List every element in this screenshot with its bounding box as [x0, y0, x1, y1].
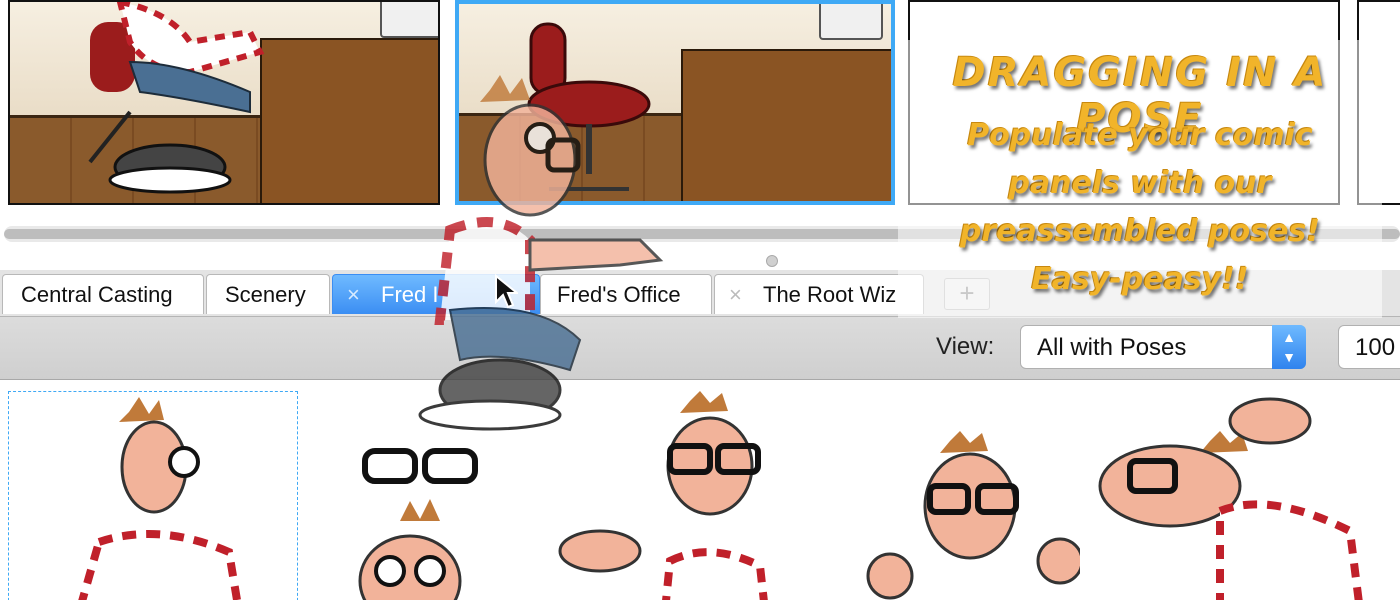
view-select-value: All with Poses — [1037, 334, 1187, 361]
tab-label: The Root Wiz — [763, 282, 897, 307]
view-toolbar: View: All with Poses ▲ ▼ 100 — [0, 316, 1400, 380]
splitter-handle[interactable] — [766, 255, 778, 267]
view-select[interactable]: All with Poses ▲ ▼ — [1020, 325, 1306, 369]
select-arrows-icon: ▲ ▼ — [1272, 325, 1306, 369]
pose-gallery — [0, 381, 1400, 600]
cursor-arrow-icon — [495, 274, 518, 309]
promo-line: preassembled poses! — [959, 214, 1321, 249]
promo-line: Populate your comic — [967, 118, 1313, 153]
tab-the-root-wiz[interactable]: × The Root Wiz — [714, 274, 924, 314]
comic-panel-1[interactable] — [8, 0, 440, 205]
pose-thumbnail-typing[interactable] — [8, 391, 298, 600]
promo-line: panels with our — [1008, 166, 1272, 201]
view-label: View: — [936, 333, 995, 360]
close-icon[interactable]: × — [347, 275, 360, 314]
tab-central-casting[interactable]: Central Casting — [2, 274, 204, 314]
pose-figure — [1098, 397, 1363, 600]
pose-figure — [866, 431, 1084, 600]
pose-thumbnail-angry[interactable] — [860, 391, 1084, 600]
pose-thumbnail-yelling[interactable] — [1070, 391, 1400, 600]
tab-label: Central Casting — [21, 282, 173, 307]
pose-figure — [78, 397, 242, 600]
promo-line: Easy-peasy!! — [1031, 262, 1249, 297]
tab-label: Scenery — [225, 282, 306, 307]
zoom-field[interactable]: 100 — [1338, 325, 1400, 369]
promo-caption: DRAGGING IN A POSE Populate your comic p… — [898, 40, 1382, 318]
fred-typing-figure — [88, 2, 265, 194]
tab-scenery[interactable]: Scenery — [206, 274, 330, 314]
dragged-pose-figure[interactable] — [380, 70, 680, 440]
zoom-value: 100 — [1355, 334, 1396, 361]
close-icon[interactable]: × — [729, 275, 742, 314]
